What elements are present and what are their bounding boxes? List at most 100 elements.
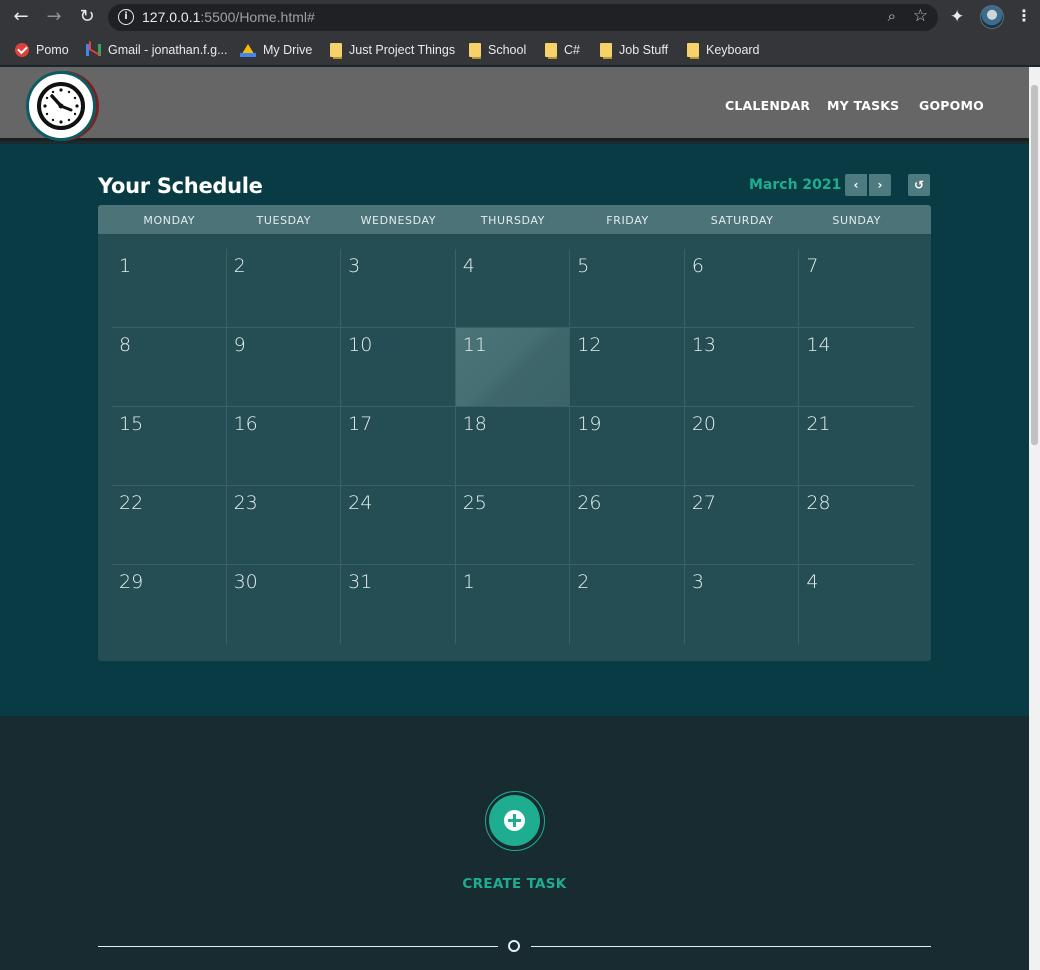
day-cell[interactable]: 2 xyxy=(570,565,685,644)
day-number: 29 xyxy=(119,571,144,593)
clock-logo-icon[interactable] xyxy=(26,71,96,141)
scrollbar-thumb[interactable] xyxy=(1031,85,1038,445)
day-cell[interactable]: 1 xyxy=(112,249,227,328)
browser-menu-icon[interactable]: ⋮ xyxy=(1016,6,1032,25)
browser-toolbar: ← → ↻ i 127.0.0.1:5500/Home.html# ⌕ ☆ ✦ … xyxy=(0,0,1040,35)
day-cell[interactable]: 26 xyxy=(570,486,685,565)
weekday-label: TUESDAY xyxy=(256,214,312,227)
day-cell[interactable]: 31 xyxy=(341,565,456,644)
nav-gopomo-link[interactable]: GOPOMO xyxy=(919,98,984,113)
bookmark-just-project-things[interactable]: Just Project Things xyxy=(330,41,455,59)
next-month-button[interactable]: › xyxy=(869,174,891,196)
day-cell[interactable]: 4 xyxy=(455,249,571,328)
bookmark-keyboard[interactable]: Keyboard xyxy=(687,41,760,59)
nav-calendar-link[interactable]: CLALENDAR xyxy=(725,98,810,113)
bookmark-my-drive[interactable]: My Drive xyxy=(240,41,312,59)
day-number: 23 xyxy=(233,492,258,514)
previous-month-button[interactable]: ‹ xyxy=(845,174,867,196)
day-cell[interactable]: 2 xyxy=(226,249,342,328)
site-header: CLALENDAR MY TASKS GOPOMO xyxy=(0,67,1029,141)
weekday-label: SATURDAY xyxy=(710,214,774,227)
day-cell[interactable]: 30 xyxy=(227,565,342,644)
day-cell[interactable]: 21 xyxy=(799,407,914,486)
create-task-button-fill xyxy=(489,795,540,846)
create-task-label[interactable]: CREATE TASK xyxy=(0,876,1029,892)
day-cell[interactable]: 14 xyxy=(799,328,914,407)
weekday-label: WEDNESDAY xyxy=(360,214,437,227)
bookmark-pomo[interactable]: Pomo xyxy=(15,41,69,59)
day-cell[interactable]: 6 xyxy=(684,249,800,328)
day-number: 21 xyxy=(806,413,831,435)
bookmark-label: Keyboard xyxy=(706,43,760,57)
back-arrow-icon[interactable]: ← xyxy=(10,6,32,28)
bookmark-school[interactable]: School xyxy=(469,41,526,59)
site-info-icon[interactable]: i xyxy=(118,9,134,25)
url-text[interactable]: 127.0.0.1:5500/Home.html# xyxy=(142,9,315,25)
day-cell[interactable]: 13 xyxy=(684,328,800,407)
day-cell[interactable]: 17 xyxy=(341,407,456,486)
day-number: 3 xyxy=(348,255,361,277)
url-host: 127.0.0.1 xyxy=(142,9,201,25)
day-number: 22 xyxy=(119,492,144,514)
day-number: 6 xyxy=(691,255,704,277)
day-cell[interactable]: 25 xyxy=(455,486,571,565)
bookmark-label: Pomo xyxy=(36,43,69,57)
day-cell[interactable]: 3 xyxy=(685,565,800,644)
create-task-button[interactable] xyxy=(485,791,545,851)
clock-graphic xyxy=(37,82,85,130)
profile-avatar[interactable] xyxy=(980,5,1004,29)
bookmark-label: Job Stuff xyxy=(619,43,669,57)
day-cell[interactable]: 22 xyxy=(112,486,227,565)
day-number: 3 xyxy=(691,571,704,593)
day-cell[interactable]: 16 xyxy=(226,407,342,486)
day-number: 15 xyxy=(119,413,144,435)
day-cell[interactable]: 4 xyxy=(799,565,914,644)
day-number: 12 xyxy=(577,334,602,356)
bookmark-csharp[interactable]: C# xyxy=(545,41,580,59)
day-cell[interactable]: 8 xyxy=(112,328,227,407)
extensions-puzzle-icon[interactable]: ✦ xyxy=(950,7,964,27)
bookmark-label: My Drive xyxy=(263,43,313,57)
day-number: 28 xyxy=(806,492,831,514)
bookmark-gmail[interactable]: Gmail - jonathan.f.g... xyxy=(86,41,228,59)
bookmark-star-icon[interactable]: ☆ xyxy=(913,6,928,26)
reload-icon[interactable]: ↻ xyxy=(76,6,98,28)
day-cell[interactable]: 27 xyxy=(684,486,800,565)
day-cell[interactable]: 7 xyxy=(799,249,914,328)
folder-icon xyxy=(687,43,699,59)
address-bar[interactable]: i 127.0.0.1:5500/Home.html# ⌕ ☆ xyxy=(108,4,938,31)
day-cell[interactable]: 24 xyxy=(341,486,456,565)
day-cell[interactable]: 29 xyxy=(112,565,227,644)
day-number: 7 xyxy=(806,255,819,277)
zoom-icon[interactable]: ⌕ xyxy=(888,7,896,25)
day-cell[interactable]: 9 xyxy=(226,328,342,407)
drive-icon xyxy=(240,43,256,57)
forward-arrow-icon[interactable]: → xyxy=(43,6,65,28)
day-cell[interactable]: 1 xyxy=(456,565,571,644)
day-cell[interactable]: 3 xyxy=(341,249,456,328)
day-cell[interactable]: 20 xyxy=(684,407,800,486)
day-cell[interactable]: 10 xyxy=(341,328,456,407)
day-cell[interactable]: 12 xyxy=(570,328,685,407)
day-cell-today[interactable]: 11 xyxy=(455,328,571,407)
day-cell[interactable]: 15 xyxy=(112,407,227,486)
day-number: 5 xyxy=(577,255,590,277)
bookmarks-bar: Pomo Gmail - jonathan.f.g... My Drive Ju… xyxy=(0,35,1040,66)
current-month-label: March 2021 xyxy=(749,177,842,193)
nav-my-tasks-link[interactable]: MY TASKS xyxy=(827,98,899,113)
day-cell[interactable]: 28 xyxy=(799,486,914,565)
undo-icon: ↺ xyxy=(913,178,925,192)
reset-today-button[interactable]: ↺ xyxy=(908,174,930,196)
day-number: 8 xyxy=(119,334,132,356)
bookmark-label: C# xyxy=(564,43,580,57)
day-cell[interactable]: 23 xyxy=(226,486,342,565)
day-number: 24 xyxy=(348,492,373,514)
day-cell[interactable]: 19 xyxy=(570,407,685,486)
day-cell[interactable]: 18 xyxy=(455,407,571,486)
day-number: 2 xyxy=(577,571,590,593)
page-scrollbar[interactable] xyxy=(1029,67,1040,970)
day-cells: 1 2 3 4 5 6 7 8 9 10 11 12 13 14 15 16 17 18 19 20 21 22 23 24 2… xyxy=(112,249,914,645)
day-cell[interactable]: 5 xyxy=(570,249,685,328)
bookmark-job-stuff[interactable]: Job Stuff xyxy=(600,41,668,59)
day-number: 19 xyxy=(577,413,602,435)
